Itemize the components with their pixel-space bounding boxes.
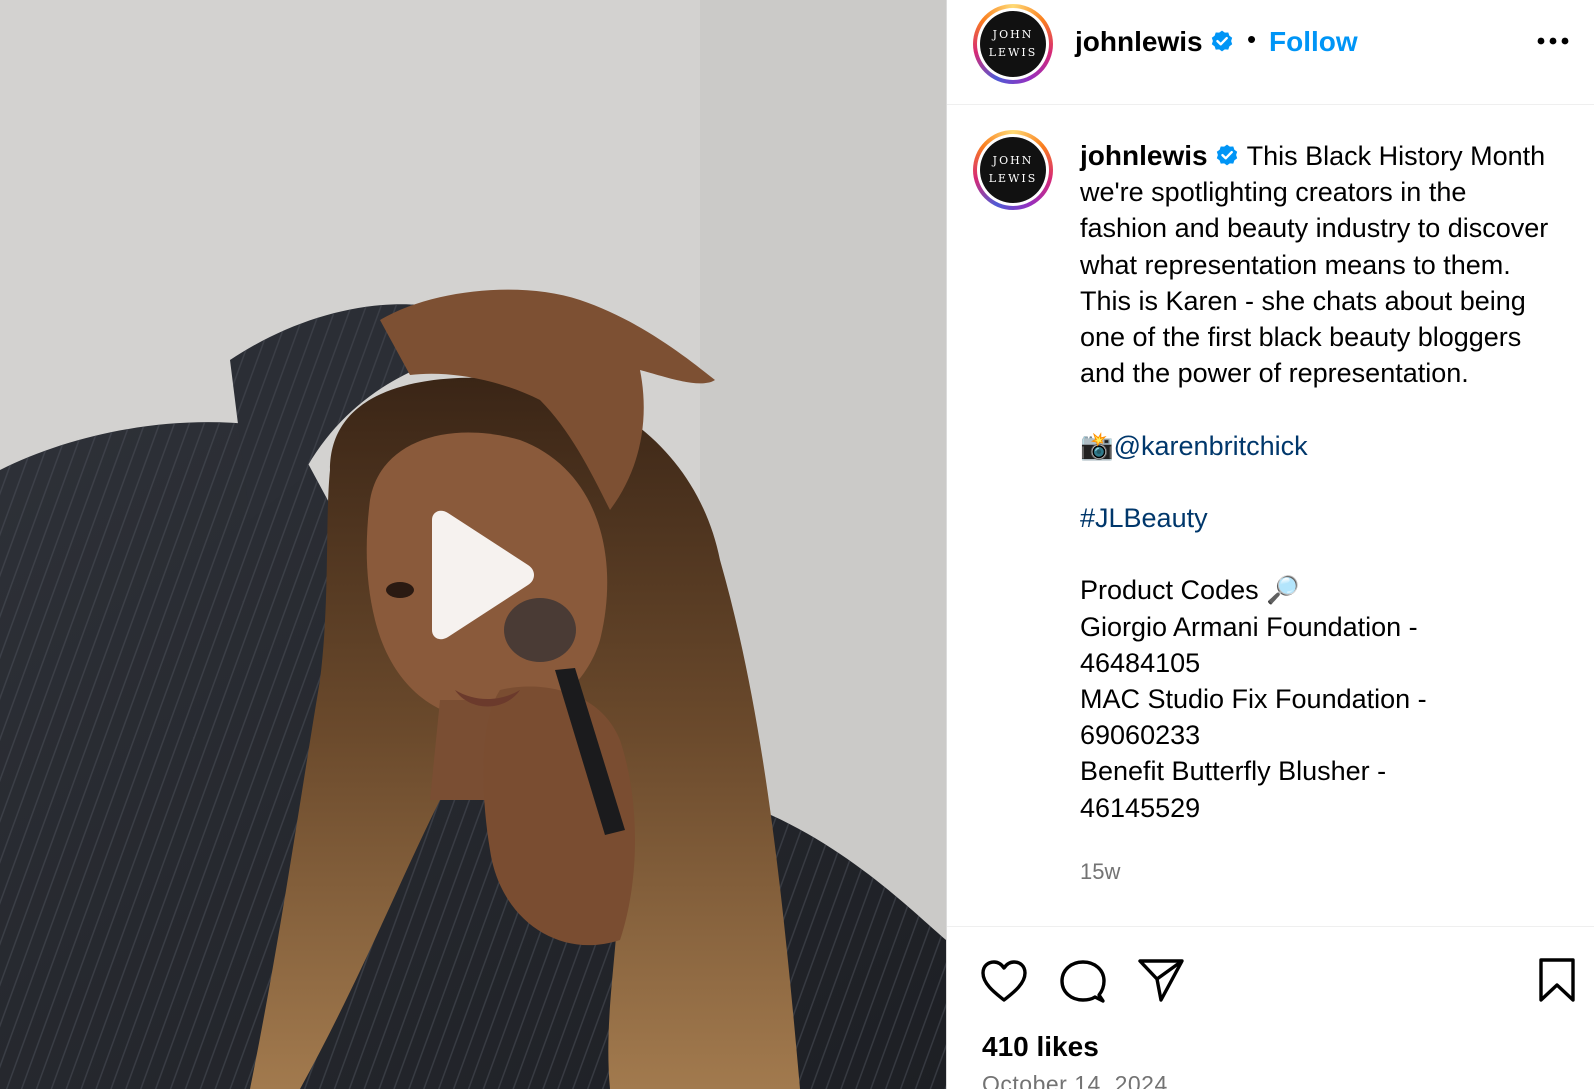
product-line: MAC Studio Fix Foundation -69060233 — [1080, 684, 1427, 751]
john-lewis-logo: JOHN LEWIS — [980, 137, 1046, 203]
play-icon — [432, 510, 534, 640]
save-button[interactable] — [1537, 957, 1577, 1003]
action-bar: 410 likes October 14, 2024 — [947, 926, 1594, 1089]
product-line: Giorgio Armani Foundation -46484105 — [1080, 611, 1418, 678]
post-caption: johnlewis This Black History Month we're… — [1080, 138, 1560, 826]
hashtag-link[interactable]: #JLBeauty — [1080, 503, 1208, 533]
john-lewis-logo: JOHN LEWIS — [980, 11, 1046, 77]
post-header: JOHN LEWIS johnlewis • Follow — [947, 0, 1594, 105]
post-video[interactable] — [0, 0, 946, 1089]
caption-avatar[interactable]: JOHN LEWIS — [973, 130, 1053, 210]
account-avatar[interactable]: JOHN LEWIS — [973, 4, 1053, 84]
more-options-button[interactable] — [1533, 26, 1573, 56]
bookmark-icon — [1539, 958, 1575, 1002]
comment-icon — [1060, 960, 1106, 1003]
caption-username[interactable]: johnlewis — [1080, 140, 1208, 171]
like-button[interactable] — [980, 959, 1028, 1003]
camera-emoji: 📸 — [1080, 430, 1114, 461]
instagram-post: JOHN LEWIS johnlewis • Follow JOHN LEWIS… — [0, 0, 1594, 1089]
caption-body: This Black History Month we're spotlight… — [1080, 141, 1549, 389]
post-date[interactable]: October 14, 2024 — [982, 1071, 1168, 1089]
follow-button[interactable]: Follow — [1269, 26, 1358, 58]
verified-badge-icon — [1211, 30, 1232, 52]
mention-link[interactable]: @karenbritchick — [1114, 431, 1308, 461]
likes-count[interactable]: 410 likes — [982, 1031, 1099, 1063]
heart-icon — [981, 960, 1027, 1002]
verified-badge-icon — [1216, 144, 1237, 166]
play-button[interactable] — [410, 510, 540, 640]
header-separator: • — [1247, 24, 1257, 54]
caption-age[interactable]: 15w — [1080, 859, 1120, 885]
product-line: Benefit Butterfly Blusher -46145529 — [1080, 756, 1387, 823]
magnifier-emoji: 🔎 — [1266, 575, 1300, 606]
product-codes-heading: Product Codes — [1080, 575, 1259, 606]
comment-button[interactable] — [1059, 959, 1107, 1005]
caption-area: JOHN LEWIS johnlewis This Black History … — [947, 106, 1594, 926]
share-icon — [1138, 959, 1184, 1002]
more-options-icon — [1537, 37, 1569, 45]
share-button[interactable] — [1137, 957, 1185, 1003]
post-side-panel: JOHN LEWIS johnlewis • Follow JOHN LEWIS… — [946, 0, 1594, 1089]
account-username[interactable]: johnlewis — [1075, 26, 1235, 58]
